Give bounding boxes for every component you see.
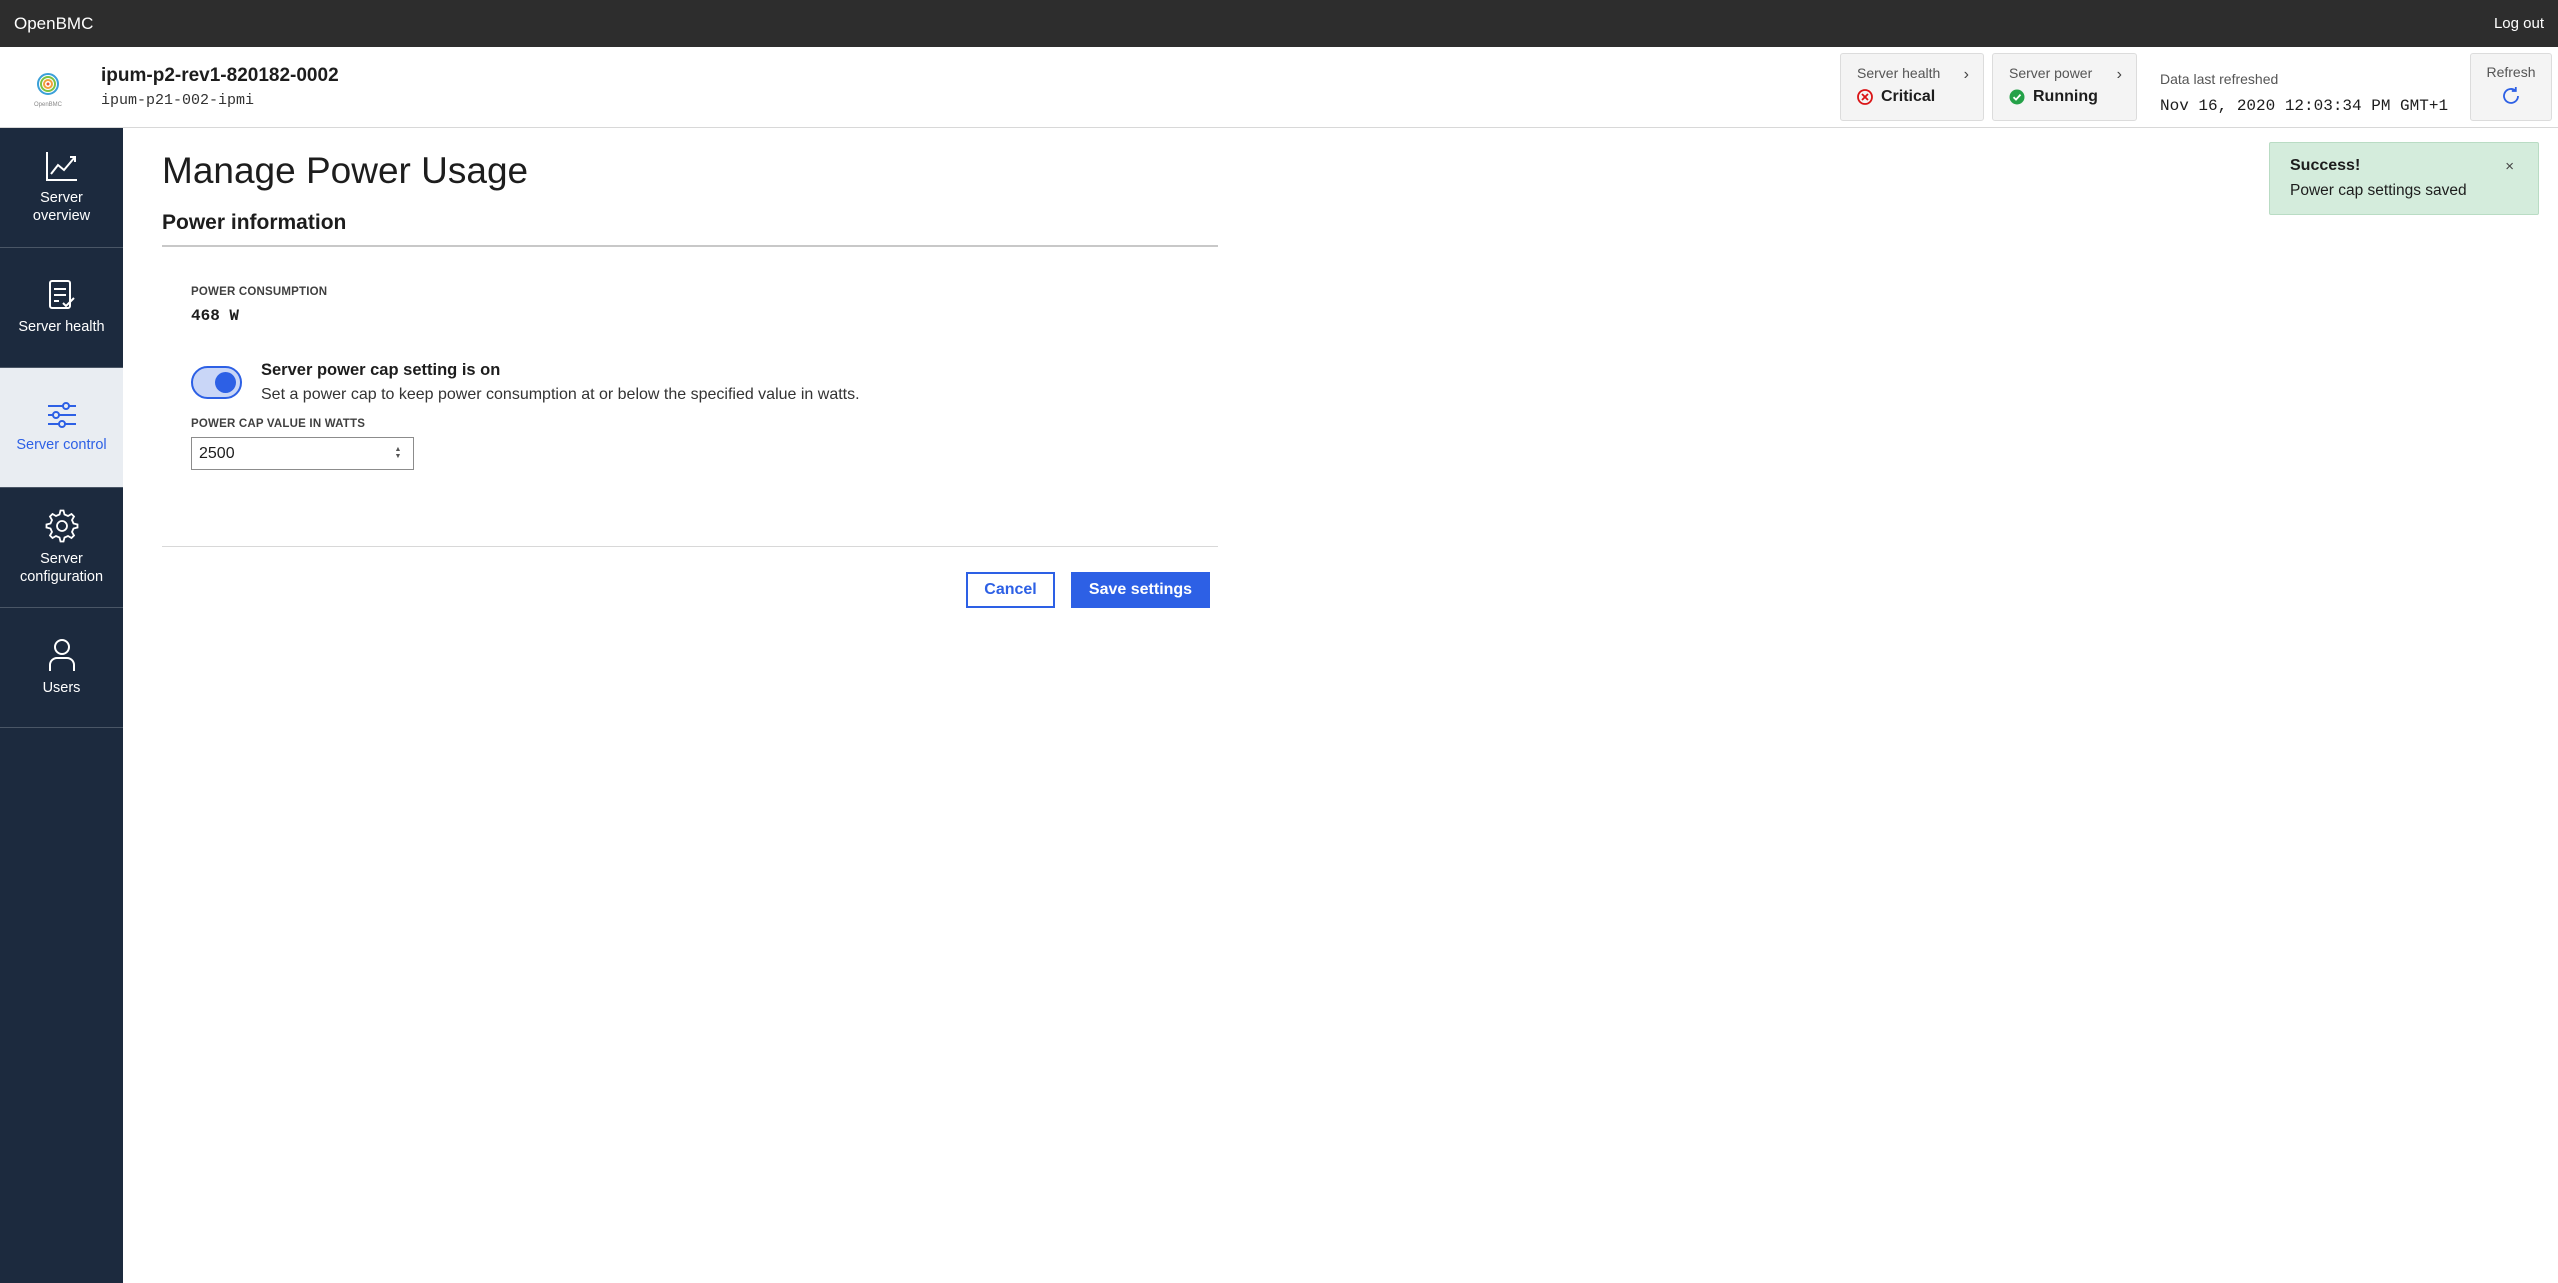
chart-line-icon xyxy=(45,152,77,182)
stepper-up-icon: ▲ xyxy=(394,446,402,453)
sidebar-nav: Server overview Server health Server con… xyxy=(0,128,123,1283)
success-toast: Success! Power cap settings saved × xyxy=(2269,142,2539,215)
report-check-icon xyxy=(48,279,75,309)
toast-title: Success! xyxy=(2290,157,2361,174)
brand-name: OpenBMC xyxy=(14,13,94,33)
sidebar-item-server-overview[interactable]: Server overview xyxy=(0,128,123,248)
sidebar-item-server-health[interactable]: Server health xyxy=(0,248,123,368)
success-check-icon xyxy=(2009,89,2025,105)
section-title: Power information xyxy=(162,211,347,234)
refresh-button[interactable]: Refresh xyxy=(2470,53,2552,121)
gear-icon xyxy=(45,509,78,543)
openbmc-logo: OpenBMC xyxy=(26,67,70,111)
sidebar-item-label: Server configuration xyxy=(19,551,104,585)
host-name: ipum-p2-rev1-820182-0002 xyxy=(101,65,339,86)
top-bar: OpenBMC Log out xyxy=(0,0,2558,47)
svg-text:OpenBMC: OpenBMC xyxy=(34,102,63,108)
critical-icon xyxy=(1857,89,1873,105)
power-cap-toggle-title: Server power cap setting is on xyxy=(261,361,501,379)
server-power-status[interactable]: Server power › Running xyxy=(1992,53,2137,121)
power-cap-toggle-description: Set a power cap to keep power consumptio… xyxy=(261,386,860,403)
user-icon xyxy=(48,638,75,671)
stepper-down-icon: ▼ xyxy=(394,453,402,460)
app-header: OpenBMC ipum-p2-rev1-820182-0002 ipum-p2… xyxy=(0,47,2558,128)
power-consumption-value: 468 W xyxy=(191,307,240,325)
host-subtitle: ipum-p21-002-ipmi xyxy=(101,92,255,109)
last-refreshed: Data last refreshed Nov 16, 2020 12:03:3… xyxy=(2160,71,2448,115)
server-health-label: Server health xyxy=(1857,65,1941,81)
server-power-label: Server power xyxy=(2009,65,2093,81)
logout-link[interactable]: Log out xyxy=(2494,15,2544,32)
sidebar-item-users[interactable]: Users xyxy=(0,608,123,728)
sidebar-item-server-control[interactable]: Server control xyxy=(0,368,123,488)
save-settings-button[interactable]: Save settings xyxy=(1071,572,1210,608)
power-cap-input[interactable] xyxy=(191,437,414,470)
last-refreshed-label: Data last refreshed xyxy=(2160,71,2279,87)
form-footer-divider xyxy=(162,546,1218,547)
sliders-icon xyxy=(47,401,76,428)
page-title: Manage Power Usage xyxy=(162,150,529,191)
cancel-button[interactable]: Cancel xyxy=(966,572,1055,608)
server-health-status[interactable]: Server health › Critical xyxy=(1840,53,1984,121)
number-stepper[interactable]: ▲ ▼ xyxy=(392,445,404,461)
refresh-icon xyxy=(2503,87,2519,104)
section-divider xyxy=(162,245,1218,247)
refresh-label: Refresh xyxy=(2486,64,2536,80)
sidebar-item-label: Server control xyxy=(16,436,107,453)
power-cap-value-label: POWER CAP VALUE IN WATTS xyxy=(191,418,366,430)
sidebar-item-server-configuration[interactable]: Server configuration xyxy=(0,488,123,608)
server-power-value: Running xyxy=(2033,88,2098,105)
server-health-value: Critical xyxy=(1881,88,1936,105)
close-icon[interactable]: × xyxy=(2505,158,2514,175)
toast-message: Power cap settings saved xyxy=(2290,182,2467,199)
last-refreshed-timestamp: Nov 16, 2020 12:03:34 PM GMT+1 xyxy=(2160,97,2449,115)
power-cap-toggle[interactable] xyxy=(191,366,242,399)
sidebar-item-label: Server health xyxy=(18,318,105,335)
sidebar-item-label: Server overview xyxy=(32,190,91,224)
chevron-right-icon: › xyxy=(2116,66,2122,83)
power-consumption-label: POWER CONSUMPTION xyxy=(191,286,328,298)
toggle-knob xyxy=(215,372,236,393)
chevron-right-icon: › xyxy=(1963,66,1969,83)
sidebar-item-label: Users xyxy=(42,679,81,696)
